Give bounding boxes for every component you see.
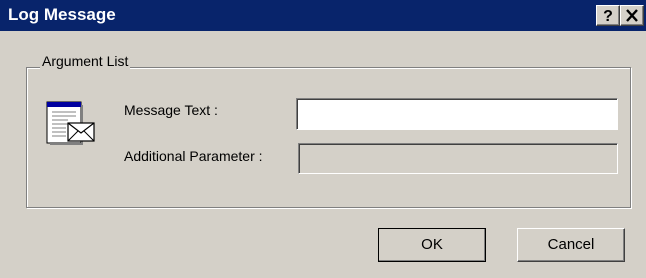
- dialog-title: Log Message: [8, 5, 116, 24]
- additional-parameter-label: Additional Parameter :: [124, 148, 263, 164]
- close-icon: [626, 9, 638, 22]
- message-text-input[interactable]: [296, 98, 618, 130]
- help-button[interactable]: ?: [596, 5, 620, 26]
- message-text-label: Message Text :: [124, 102, 218, 118]
- cancel-button[interactable]: Cancel: [517, 228, 625, 262]
- argument-list-group: [26, 67, 631, 208]
- title-bar[interactable]: Log Message ?: [0, 0, 646, 31]
- close-button[interactable]: [620, 5, 644, 26]
- additional-parameter-input[interactable]: [298, 143, 618, 174]
- ok-button[interactable]: OK: [378, 228, 486, 262]
- log-message-dialog: Log Message ? Argument List Message Text…: [0, 0, 646, 278]
- group-legend: Argument List: [40, 53, 131, 69]
- message-envelope-icon: [46, 101, 95, 145]
